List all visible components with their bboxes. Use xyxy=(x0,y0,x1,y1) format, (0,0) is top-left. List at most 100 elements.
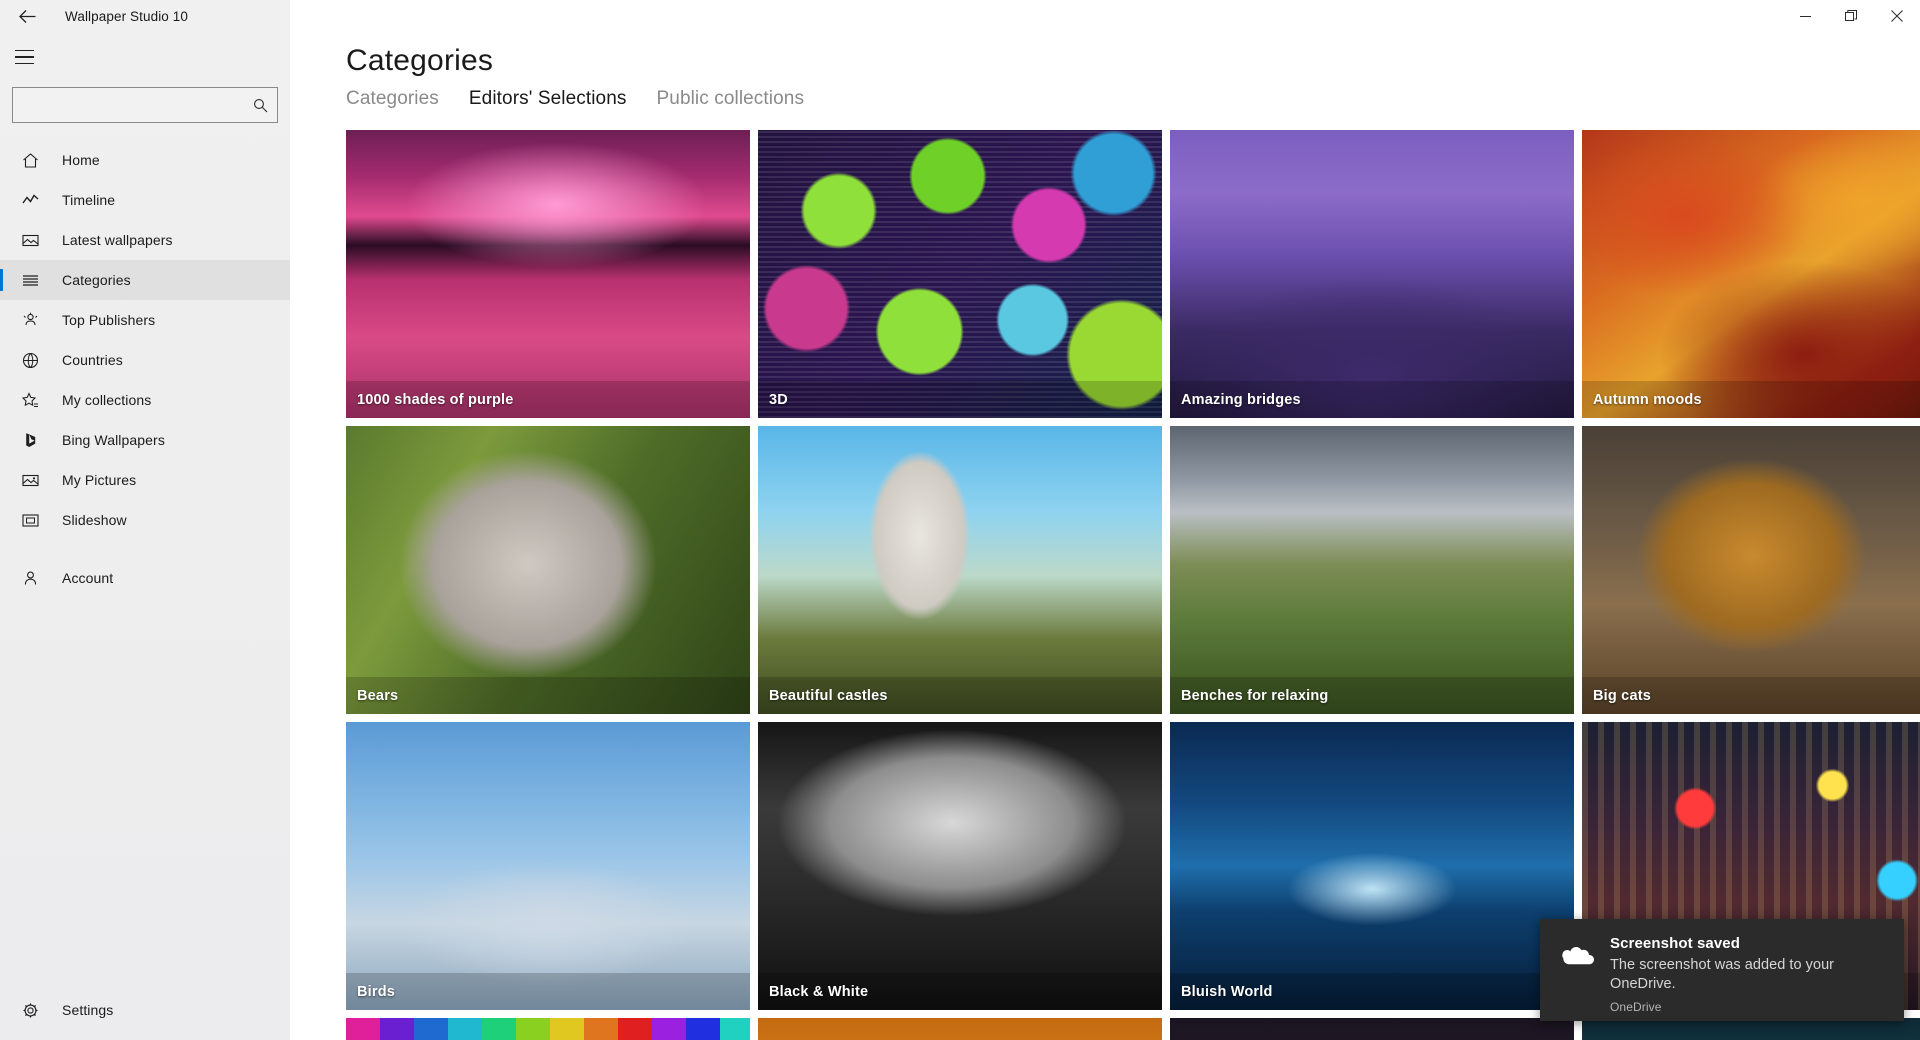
tile-caption: 3D xyxy=(758,381,1162,418)
category-tile[interactable] xyxy=(346,1018,750,1040)
sidebar-item-label: Slideshow xyxy=(62,512,127,528)
sidebar-footer: Settings xyxy=(0,990,290,1030)
category-grid: 1000 shades of purple 3D Amazing bridges… xyxy=(346,130,1920,1040)
tile-thumbnail xyxy=(1170,426,1574,714)
page-title: Categories xyxy=(346,44,494,77)
hamburger-menu-icon[interactable] xyxy=(0,33,48,81)
category-tile[interactable]: Autumn moods xyxy=(1582,130,1920,418)
tile-thumbnail xyxy=(346,426,750,714)
tile-thumbnail xyxy=(1582,1018,1920,1040)
sidebar-item-timeline[interactable]: Timeline xyxy=(0,180,290,220)
app-title: Wallpaper Studio 10 xyxy=(65,8,188,24)
sidebar-item-label: Categories xyxy=(62,272,131,288)
toast-title: Screenshot saved xyxy=(1610,935,1740,952)
category-tile[interactable]: 1000 shades of purple xyxy=(346,130,750,418)
tile-caption: Benches for relaxing xyxy=(1170,677,1574,714)
category-tile[interactable]: 3D xyxy=(758,130,1162,418)
sidebar-item-label: Countries xyxy=(62,352,123,368)
people-icon xyxy=(14,312,46,329)
category-tile[interactable] xyxy=(1582,1018,1920,1040)
category-tile[interactable]: Big cats xyxy=(1582,426,1920,714)
main-content: Categories Categories Editors' Selection… xyxy=(290,0,1920,1040)
tab-bar: Categories Editors' Selections Public co… xyxy=(346,88,1920,112)
category-tile[interactable]: Bears xyxy=(346,426,750,714)
minimize-button[interactable] xyxy=(1782,0,1828,32)
title-bar: Wallpaper Studio 10 xyxy=(0,0,1920,33)
tile-thumbnail xyxy=(758,426,1162,714)
tile-thumbnail xyxy=(758,130,1162,418)
maximize-restore-button[interactable] xyxy=(1828,0,1874,32)
sidebar-item-countries[interactable]: Countries xyxy=(0,340,290,380)
sidebar-item-label: Settings xyxy=(62,1002,114,1018)
star-icon xyxy=(14,391,46,409)
category-tile[interactable] xyxy=(1170,1018,1574,1040)
globe-icon xyxy=(14,352,46,369)
toast-notification[interactable]: Screenshot saved The screenshot was adde… xyxy=(1540,919,1904,1021)
tile-thumbnail xyxy=(1170,722,1574,1010)
nav-separator-gap xyxy=(0,540,290,558)
category-tile[interactable]: Beautiful castles xyxy=(758,426,1162,714)
sidebar-item-my-collections[interactable]: My collections xyxy=(0,380,290,420)
tab-categories[interactable]: Categories xyxy=(346,88,439,112)
tile-caption: Bears xyxy=(346,677,750,714)
sidebar-item-home[interactable]: Home xyxy=(0,140,290,180)
gear-icon xyxy=(14,1002,46,1019)
category-tile[interactable]: Amazing bridges xyxy=(1170,130,1574,418)
tab-public-collections[interactable]: Public collections xyxy=(657,88,805,112)
toast-body: Screenshot saved The screenshot was adde… xyxy=(1604,935,1890,1014)
sidebar-item-label: My Pictures xyxy=(62,472,137,488)
sidebar-item-categories[interactable]: Categories xyxy=(0,260,290,300)
search-input[interactable] xyxy=(12,87,278,123)
sidebar-item-settings[interactable]: Settings xyxy=(0,990,290,1030)
sidebar-item-account[interactable]: Account xyxy=(0,558,290,598)
sidebar-nav: Home Timeline Latest wallpapers Categori… xyxy=(0,140,290,598)
sidebar-item-label: Timeline xyxy=(62,192,116,208)
tab-editors-selections[interactable]: Editors' Selections xyxy=(469,88,627,112)
tile-thumbnail xyxy=(346,1018,750,1040)
tile-caption: Big cats xyxy=(1582,677,1920,714)
sidebar-item-label: Home xyxy=(62,152,100,168)
sidebar-item-label: Top Publishers xyxy=(62,312,156,328)
sidebar-item-label: My collections xyxy=(62,392,152,408)
category-tile[interactable]: Black & White xyxy=(758,722,1162,1010)
sidebar-item-label: Latest wallpapers xyxy=(62,232,173,248)
toast-app-name: OneDrive xyxy=(1610,1000,1662,1014)
back-button[interactable] xyxy=(4,1,50,33)
tile-thumbnail xyxy=(758,722,1162,1010)
image-icon xyxy=(14,232,46,249)
window-controls xyxy=(1782,0,1920,32)
tile-caption: Black & White xyxy=(758,973,1162,1010)
search-box xyxy=(12,87,278,123)
bing-icon xyxy=(14,432,46,449)
tile-thumbnail xyxy=(1170,1018,1574,1040)
sidebar-item-slideshow[interactable]: Slideshow xyxy=(0,500,290,540)
slideshow-icon xyxy=(14,512,46,529)
sidebar-item-top-publishers[interactable]: Top Publishers xyxy=(0,300,290,340)
tile-thumbnail xyxy=(758,1018,1162,1040)
tile-thumbnail xyxy=(1170,130,1574,418)
sidebar-item-label: Bing Wallpapers xyxy=(62,432,165,448)
category-tile[interactable]: Bluish World xyxy=(1170,722,1574,1010)
picture-icon xyxy=(14,472,46,489)
category-tile[interactable]: Benches for relaxing xyxy=(1170,426,1574,714)
tile-thumbnail xyxy=(1582,426,1920,714)
tile-thumbnail xyxy=(346,722,750,1010)
search-icon[interactable] xyxy=(243,88,277,122)
sidebar-item-bing-wallpapers[interactable]: Bing Wallpapers xyxy=(0,420,290,460)
timeline-icon xyxy=(14,192,46,209)
tile-caption: Birds xyxy=(346,973,750,1010)
tile-caption: Amazing bridges xyxy=(1170,381,1574,418)
tile-caption: Autumn moods xyxy=(1582,381,1920,418)
list-icon xyxy=(14,272,46,289)
onedrive-cloud-icon xyxy=(1556,935,1604,971)
tile-caption: 1000 shades of purple xyxy=(346,381,750,418)
category-tile[interactable]: Birds xyxy=(346,722,750,1010)
sidebar-item-latest-wallpapers[interactable]: Latest wallpapers xyxy=(0,220,290,260)
app-window: Wallpaper Studio 10 Home Timeline Latest… xyxy=(0,0,1920,1040)
tile-caption: Beautiful castles xyxy=(758,677,1162,714)
tile-thumbnail xyxy=(346,130,750,418)
close-button[interactable] xyxy=(1874,0,1920,32)
tile-caption: Bluish World xyxy=(1170,973,1574,1010)
sidebar-item-my-pictures[interactable]: My Pictures xyxy=(0,460,290,500)
category-tile[interactable] xyxy=(758,1018,1162,1040)
